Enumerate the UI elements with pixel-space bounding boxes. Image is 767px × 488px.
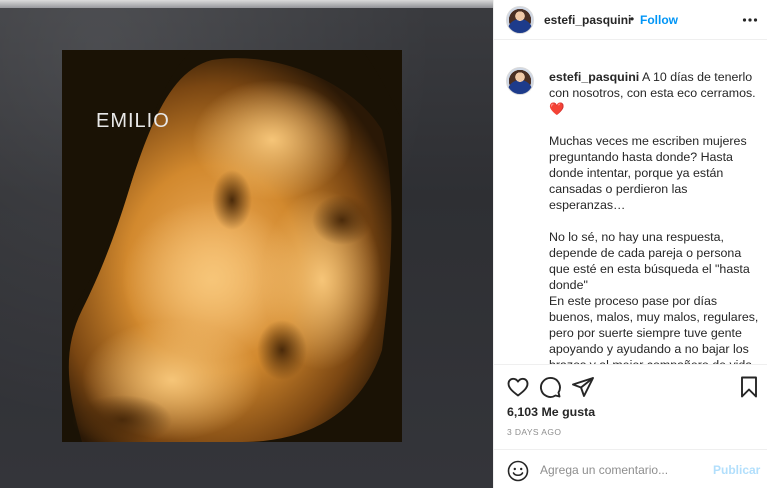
heart-emoji: ❤️ xyxy=(549,102,565,116)
comment-bar: Publicar xyxy=(494,449,767,488)
post-header: estefi_pasquini • Follow xyxy=(494,0,767,40)
caption-author-avatar[interactable] xyxy=(506,67,534,95)
comment-input[interactable] xyxy=(540,458,710,482)
author-avatar[interactable] xyxy=(506,6,534,34)
header-separator: • xyxy=(630,12,635,26)
caption-paragraph: Muchas veces me escriben mujeres pregunt… xyxy=(549,134,747,212)
paper-plane-icon[interactable] xyxy=(571,375,595,399)
ultrasound-name-label: EMILIO xyxy=(96,110,170,132)
post-caption: estefi_pasquini A 10 días de tenerlo con… xyxy=(494,56,767,364)
more-horizontal-icon[interactable] xyxy=(742,12,758,28)
post-timestamp: 3 DAYS AGO xyxy=(507,427,562,437)
caption-username[interactable]: estefi_pasquini xyxy=(549,70,639,84)
caption-text: estefi_pasquini A 10 días de tenerlo con… xyxy=(549,69,761,364)
caption-paragraph: estefi_pasquini A 10 días de tenerlo con… xyxy=(549,69,761,117)
like-count[interactable]: 6,103 Me gusta xyxy=(507,405,595,419)
follow-button[interactable]: Follow xyxy=(640,13,678,27)
caption-paragraph: No lo sé, no hay una respuesta, depende … xyxy=(549,230,750,292)
comment-icon[interactable] xyxy=(538,375,562,399)
bookmark-icon[interactable] xyxy=(737,375,761,399)
ultrasound-face-graphic xyxy=(62,50,402,442)
post-photo[interactable]: EMILIO xyxy=(0,0,493,488)
heart-outline-icon[interactable] xyxy=(506,375,530,399)
publish-button[interactable]: Publicar xyxy=(713,463,760,477)
author-username[interactable]: estefi_pasquini xyxy=(544,13,631,27)
smiley-icon[interactable] xyxy=(506,459,530,483)
ultrasound-image xyxy=(62,50,402,442)
post-side-panel: estefi_pasquini • Follow estefi_pasquini… xyxy=(493,0,767,488)
caption-paragraph: En este proceso pase por días buenos, ma… xyxy=(549,294,759,364)
post-actions: 6,103 Me gusta 3 DAYS AGO Publicar xyxy=(494,364,767,488)
